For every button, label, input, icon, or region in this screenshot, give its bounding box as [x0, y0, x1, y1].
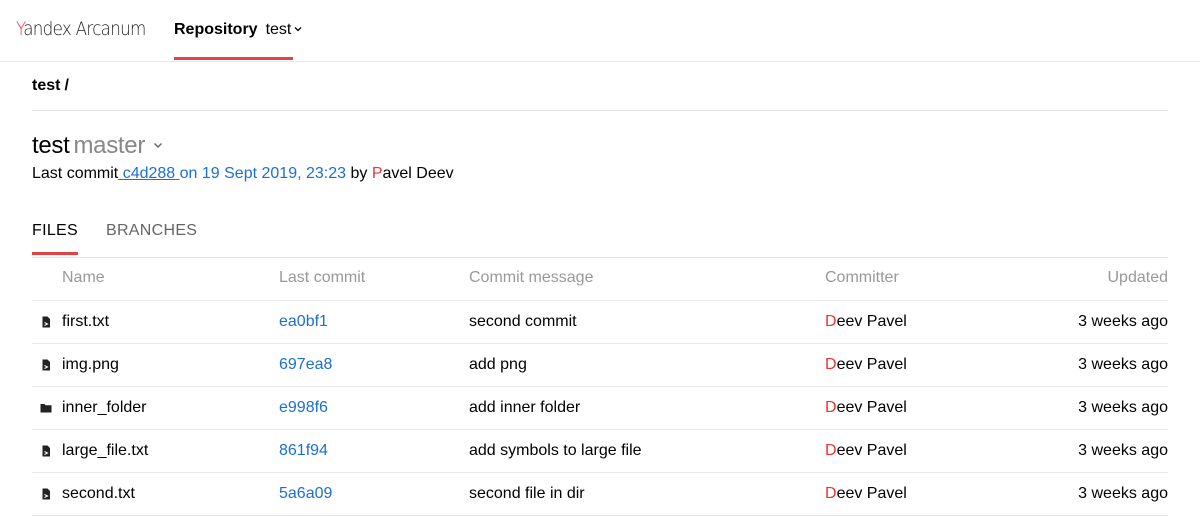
page-title: test master [32, 128, 163, 160]
commit-message: add symbols to large file [469, 429, 825, 473]
tab-branches[interactable]: BRANCHES [106, 222, 197, 254]
top-header: Yandex Arcanum Repository test [0, 0, 1200, 62]
commit-hash-link[interactable]: ea0bf1 [279, 300, 469, 344]
committer: Deev Pavel [825, 429, 1025, 473]
last-commit-by: by [346, 165, 372, 182]
chevron-down-icon[interactable] [294, 19, 302, 37]
committer-initial: D [825, 355, 837, 373]
file-name[interactable]: img.png [62, 343, 279, 387]
commit-message: add inner folder [469, 386, 825, 430]
last-commit-prefix: Last commit [32, 165, 119, 182]
committer-initial: D [825, 312, 837, 330]
committer-name: eev Pavel [836, 398, 907, 416]
file-name[interactable]: first.txt [62, 300, 279, 344]
file-icon [40, 487, 52, 500]
divider [32, 110, 1168, 111]
file-name[interactable]: large_file.txt [62, 429, 279, 473]
file-icon [40, 358, 52, 371]
commit-hash-link[interactable]: e998f6 [279, 386, 469, 430]
last-commit-info: Last commit c4d288 on 19 Sept 2019, 23:2… [32, 165, 454, 183]
updated-time: 3 weeks ago [1025, 472, 1168, 516]
table-row[interactable]: img.png 697ea8 add png Deev Pavel 3 week… [32, 343, 1168, 387]
committer: Deev Pavel [825, 472, 1025, 516]
header-icon-col [32, 257, 62, 301]
committer-initial: D [825, 441, 837, 459]
commit-hash-link[interactable]: 5a6a09 [279, 472, 469, 516]
table-row[interactable]: second.txt 5a6a09 second file in dir Dee… [32, 472, 1168, 516]
updated-time: 3 weeks ago [1025, 386, 1168, 430]
commit-message: add png [469, 343, 825, 387]
nav-tab-repository[interactable]: Repository test [174, 0, 302, 61]
folder-name[interactable]: inner_folder [62, 386, 279, 430]
last-commit-on: on [179, 165, 202, 182]
commit-hash-link[interactable]: 861f94 [279, 429, 469, 473]
author-name: avel Deev [382, 165, 454, 182]
table-header-row: Name Last commit Commit message Committe… [32, 257, 1168, 301]
committer: Deev Pavel [825, 300, 1025, 344]
nav-active-indicator [174, 57, 293, 60]
header-committer: Committer [825, 257, 1025, 301]
committer-initial: D [825, 484, 837, 502]
tab-bar: FILES BRANCHES [32, 222, 225, 258]
table-row[interactable]: inner_folder e998f6 add inner folder Dee… [32, 386, 1168, 430]
committer: Deev Pavel [825, 386, 1025, 430]
files-table: Name Last commit Commit message Committe… [32, 257, 1168, 516]
tab-files[interactable]: FILES [32, 222, 78, 255]
repo-selector[interactable]: test [266, 21, 292, 38]
logo[interactable]: Yandex Arcanum [16, 18, 146, 40]
breadcrumb-separator: / [64, 77, 69, 94]
header-name: Name [62, 257, 279, 301]
commit-hash-link[interactable]: 697ea8 [279, 343, 469, 387]
chevron-down-icon[interactable] [153, 128, 163, 156]
committer-name: eev Pavel [836, 441, 907, 459]
last-commit-hash-link[interactable]: c4d288 [118, 165, 179, 182]
nav-tab-label: Repository [174, 21, 258, 38]
committer: Deev Pavel [825, 343, 1025, 387]
updated-time: 3 weeks ago [1025, 343, 1168, 387]
table-row[interactable]: first.txt ea0bf1 second commit Deev Pave… [32, 300, 1168, 344]
committer-name: eev Pavel [836, 312, 907, 330]
folder-icon [40, 401, 52, 413]
updated-time: 3 weeks ago [1025, 429, 1168, 473]
repo-name: test [32, 132, 70, 159]
commit-message: second commit [469, 300, 825, 344]
author-initial: P [371, 165, 383, 182]
breadcrumb-item[interactable]: test [32, 77, 60, 94]
file-icon [40, 315, 52, 328]
file-name[interactable]: second.txt [62, 472, 279, 516]
breadcrumb: test / [32, 77, 69, 95]
last-commit-date: 19 Sept 2019, 23:23 [201, 165, 347, 182]
file-icon [40, 444, 52, 457]
commit-message: second file in dir [469, 472, 825, 516]
updated-time: 3 weeks ago [1025, 300, 1168, 344]
header-commit-message: Commit message [469, 257, 825, 301]
table-row[interactable]: large_file.txt 861f94 add symbols to lar… [32, 429, 1168, 473]
committer-name: eev Pavel [836, 484, 907, 502]
committer-initial: D [825, 398, 837, 416]
branch-selector[interactable]: master [73, 132, 145, 159]
committer-name: eev Pavel [836, 355, 907, 373]
logo-text: andex Arcanum [23, 18, 146, 40]
header-last-commit: Last commit [279, 257, 469, 301]
header-updated: Updated [1025, 257, 1168, 301]
